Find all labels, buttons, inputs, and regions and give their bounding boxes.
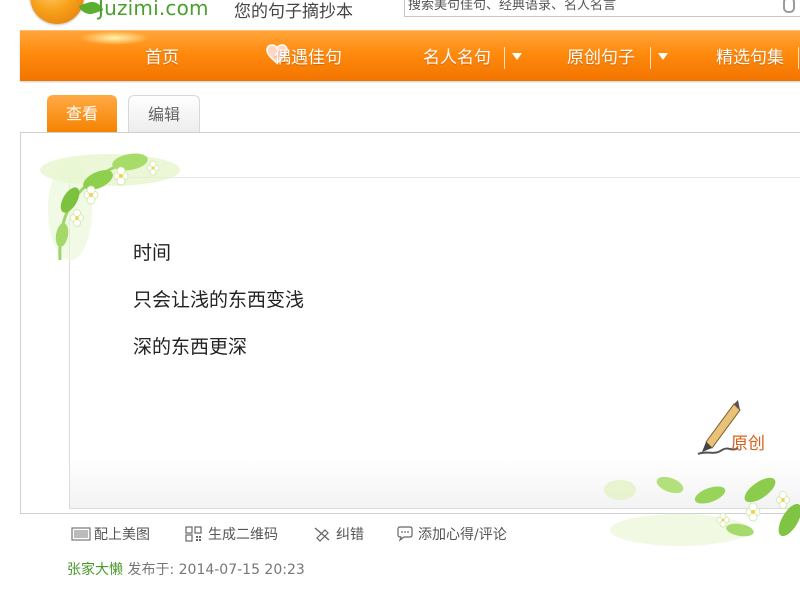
nav-item-random[interactable]: 偶遇佳句 — [274, 43, 342, 68]
site-logo[interactable]: Juzimi.com 您的句子摘抄本 — [0, 0, 400, 26]
nav-item-original[interactable]: 原创句子 — [567, 43, 635, 68]
author-line: 张家大懒 发布于: 2014-07-15 20:23 — [67, 559, 305, 579]
nav-separator — [650, 47, 651, 69]
nav-item-home[interactable]: 首页 — [145, 43, 179, 68]
quote-line-1: 时间 — [133, 242, 172, 264]
report-error-link[interactable]: 纠错 — [336, 524, 364, 544]
search-input[interactable] — [408, 0, 768, 12]
logo-slogan: 您的句子摘抄本 — [234, 2, 353, 22]
search-box — [404, 0, 800, 17]
qr-code-link[interactable]: 生成二维码 — [208, 524, 278, 544]
logo-text: Juzimi.com — [98, 0, 209, 20]
correct-icon[interactable] — [313, 526, 331, 542]
nav-separator — [504, 47, 505, 69]
published-label: 发布于: — [127, 562, 175, 578]
flower-decoration-icon — [604, 476, 800, 546]
dropdown-caret-icon[interactable] — [658, 53, 668, 60]
quote-line-2: 只会让浅的东西变浅 — [133, 289, 305, 311]
author-name[interactable]: 张家大懒 — [67, 562, 123, 578]
original-badge: 原创 — [731, 434, 765, 454]
published-timestamp: 2014-07-15 20:23 — [178, 562, 305, 578]
quote-line-3: 深的东西更深 — [133, 336, 248, 358]
orange-logo-icon — [30, 0, 84, 24]
dropdown-caret-icon[interactable] — [512, 53, 522, 60]
nav-separator — [798, 47, 799, 69]
comment-icon[interactable] — [396, 526, 414, 542]
qr-code-icon[interactable] — [185, 526, 203, 542]
nav-item-famous[interactable]: 名人名句 — [423, 43, 491, 68]
pair-image-link[interactable]: 配上美图 — [94, 524, 150, 544]
main-navbar: 首页 偶遇佳句 名人名句 原创句子 精选句集 — [20, 30, 800, 81]
picture-icon[interactable] — [71, 526, 91, 542]
mic-icon[interactable] — [783, 0, 795, 13]
tab-edit[interactable]: 编辑 — [128, 95, 200, 133]
nav-item-collections[interactable]: 精选句集 — [716, 43, 784, 68]
navbar-glow — [80, 31, 150, 45]
add-comment-link[interactable]: 添加心得/评论 — [418, 524, 507, 544]
tab-view[interactable]: 查看 — [47, 95, 117, 133]
